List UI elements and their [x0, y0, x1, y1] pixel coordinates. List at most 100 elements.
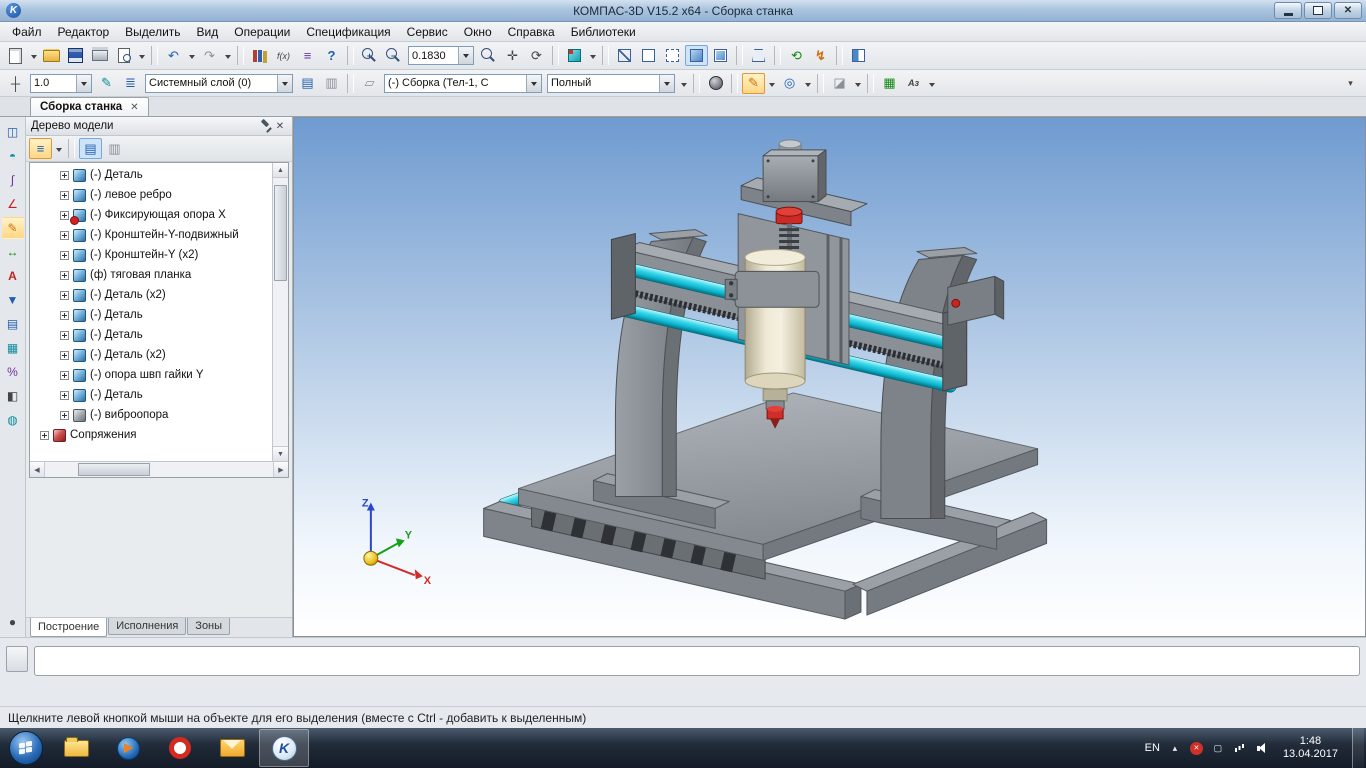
orientation-button[interactable] — [563, 45, 586, 66]
edit-in-place-button[interactable]: ✎ — [742, 73, 765, 94]
panel-dimensions-icon[interactable]: ↔ — [2, 241, 24, 263]
vertical-scroll-thumb[interactable] — [274, 185, 287, 281]
tree-item[interactable]: (-) Деталь (x2) — [30, 345, 272, 365]
component-dropdown[interactable] — [526, 75, 541, 92]
selection-filter-button[interactable]: ◎ — [778, 73, 801, 94]
show-desktop-button[interactable] — [1352, 728, 1364, 768]
menu-file[interactable]: Файл — [4, 23, 50, 41]
menu-operations[interactable]: Операции — [226, 23, 298, 41]
tab-zones[interactable]: Зоны — [187, 618, 230, 635]
expand-toggle-icon[interactable] — [40, 431, 49, 440]
zoom-out-button[interactable]: − — [382, 45, 405, 66]
panel-aux-geometry-icon[interactable]: ∠ — [2, 193, 24, 215]
tray-expand-button[interactable]: ▴ — [1168, 741, 1182, 755]
property-bar-input[interactable] — [34, 646, 1360, 676]
edit-context-dropdown[interactable] — [766, 73, 777, 94]
new-document-button[interactable] — [4, 45, 27, 66]
menu-view[interactable]: Вид — [189, 23, 227, 41]
panel-surfaces-icon[interactable]: ◓ — [2, 145, 24, 167]
layer-dropdown[interactable] — [277, 75, 292, 92]
document-structure-button[interactable]: ▤ — [79, 138, 102, 159]
tree-item[interactable]: (-) виброопора — [30, 405, 272, 425]
expand-toggle-icon[interactable] — [60, 351, 69, 360]
panel-specification-icon[interactable]: ▤ — [2, 313, 24, 335]
hide-objects-button[interactable]: ◪ — [828, 73, 851, 94]
tree-item[interactable]: (-) Деталь (x2) — [30, 285, 272, 305]
tree-item[interactable]: (-) Деталь — [30, 385, 272, 405]
line-weight-dropdown[interactable] — [76, 75, 91, 92]
zoom-in-button[interactable]: + — [358, 45, 381, 66]
panel-annotation-icon[interactable]: A — [2, 265, 24, 287]
context-help-button[interactable]: ? — [320, 45, 343, 66]
line-weight-combo[interactable]: 1.0 — [30, 74, 92, 93]
refresh-image-button[interactable]: ↯ — [809, 45, 832, 66]
scroll-down-icon[interactable]: ▼ — [273, 446, 288, 461]
tree-vertical-scrollbar[interactable]: ▲ ▼ — [272, 163, 288, 461]
panel-sketch-icon[interactable]: ✎ — [2, 217, 24, 239]
panel-apps-icon[interactable]: ● — [2, 611, 24, 633]
tray-network-icon[interactable] — [1233, 741, 1247, 755]
tree-item[interactable]: (-) Деталь — [30, 305, 272, 325]
expand-toggle-icon[interactable] — [60, 411, 69, 420]
panel-filters-icon[interactable]: ▼ — [2, 289, 24, 311]
tree-item[interactable]: (-) Кронштейн-Y (x2) — [30, 245, 272, 265]
tray-display-icon[interactable]: ▢ — [1211, 741, 1225, 755]
taskbar-clock[interactable]: 1:48 13.04.2017 — [1277, 735, 1344, 761]
undo-dropdown[interactable] — [186, 45, 197, 66]
print-preview-button[interactable] — [112, 45, 135, 66]
tab-construction[interactable]: Построение — [30, 618, 107, 637]
layers-settings-button[interactable]: ▤ — [296, 73, 319, 94]
tree-item[interactable]: (-) Кронштейн-Y-подвижный — [30, 225, 272, 245]
menu-specification[interactable]: Спецификация — [298, 23, 398, 41]
orientation-dropdown[interactable] — [587, 45, 598, 66]
rebuild-button[interactable]: ⟲ — [785, 45, 808, 66]
open-document-button[interactable] — [40, 45, 63, 66]
menu-service[interactable]: Сервис — [399, 23, 456, 41]
display-mode-combo[interactable]: Полный — [547, 74, 675, 93]
redo-button[interactable]: ↷ — [198, 45, 221, 66]
tree-item[interactable]: (-) опора швп гайки Y — [30, 365, 272, 385]
property-bar-button[interactable] — [6, 646, 28, 672]
close-panel-icon[interactable]: ✕ — [273, 119, 287, 133]
taskbar-opera-button[interactable] — [155, 729, 205, 767]
tree-horizontal-scrollbar[interactable]: ◀ ▶ — [30, 461, 288, 477]
snap-settings-button[interactable]: ┼ — [4, 73, 27, 94]
3d-viewport[interactable]: Z X Y — [293, 117, 1366, 637]
expand-toggle-icon[interactable] — [60, 191, 69, 200]
tree-item[interactable]: (-) Деталь — [30, 325, 272, 345]
restore-button[interactable] — [1304, 2, 1332, 19]
menu-select[interactable]: Выделить — [117, 23, 188, 41]
menu-window[interactable]: Окно — [456, 23, 500, 41]
layer-states-button[interactable]: ▥ — [320, 73, 343, 94]
tab-versions[interactable]: Исполнения — [108, 618, 186, 635]
scroll-right-icon[interactable]: ▶ — [273, 462, 288, 477]
tree-item[interactable]: Сопряжения — [30, 425, 272, 445]
panel-edit-icon[interactable]: ◫ — [2, 121, 24, 143]
taskbar-mail-button[interactable] — [207, 729, 257, 767]
expand-toggle-icon[interactable] — [60, 271, 69, 280]
display-mode-dropdown[interactable] — [678, 73, 689, 94]
relations-button[interactable]: ≡ — [296, 45, 319, 66]
scroll-up-icon[interactable]: ▲ — [273, 163, 288, 178]
redo-dropdown[interactable] — [222, 45, 233, 66]
expand-toggle-icon[interactable] — [60, 331, 69, 340]
taskbar-media-player-button[interactable] — [103, 729, 153, 767]
undo-button[interactable]: ↶ — [162, 45, 185, 66]
hidden-lines-thin-button[interactable] — [661, 45, 684, 66]
tree-item[interactable]: (ф) тяговая планка — [30, 265, 272, 285]
zoom-scale-dropdown[interactable] — [458, 47, 473, 64]
expand-toggle-icon[interactable] — [60, 371, 69, 380]
panel-curves-icon[interactable]: ∫ — [2, 169, 24, 191]
tree-item[interactable]: (-) Деталь — [30, 165, 272, 185]
library-manager-button[interactable] — [248, 45, 271, 66]
spelling-dropdown[interactable] — [926, 73, 937, 94]
document-tab-assembly[interactable]: Сборка станка ✕ — [30, 97, 149, 116]
local-cs-button[interactable] — [704, 73, 727, 94]
minimize-button[interactable] — [1274, 2, 1302, 19]
pin-panel-icon[interactable] — [259, 119, 273, 133]
shaded-button[interactable] — [685, 45, 708, 66]
display-mode-caret[interactable] — [659, 75, 674, 92]
wireframe-button[interactable] — [613, 45, 636, 66]
tree-item[interactable]: (-) левое ребро — [30, 185, 272, 205]
language-indicator[interactable]: EN — [1145, 742, 1160, 754]
